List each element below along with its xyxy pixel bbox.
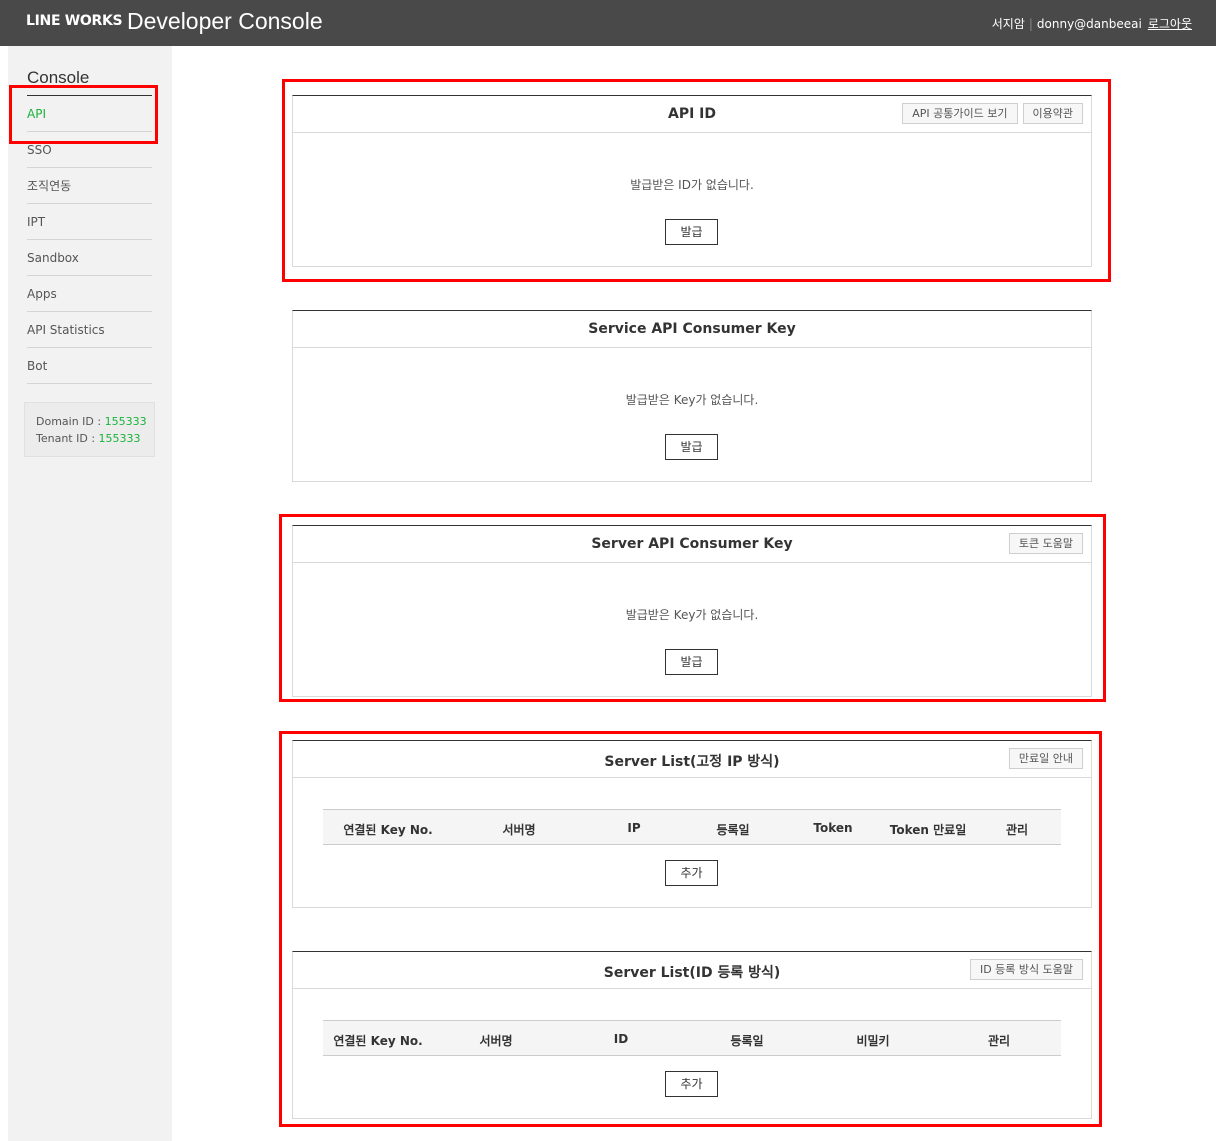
- column-header: 등록일: [730, 1034, 764, 1048]
- tenant-id-row: Tenant ID : 155333: [36, 430, 154, 447]
- server-key-panel: Server API Consumer Key 토큰 도움말 발급받은 Key가…: [292, 525, 1092, 697]
- add-button[interactable]: 추가: [665, 1071, 718, 1097]
- issue-button[interactable]: 발급: [665, 649, 718, 675]
- issue-button[interactable]: 발급: [665, 434, 718, 460]
- brand-logo[interactable]: LINE WORKS: [26, 13, 123, 29]
- server-table-header: 연결된 Key No. 서버명 IP 등록일 Token Token 만료일 관…: [323, 809, 1061, 845]
- user-email: donny@danbeeai: [1036, 17, 1142, 31]
- sidebar-item-api-statistics[interactable]: API Statistics: [27, 312, 152, 348]
- column-header: 관리: [1005, 823, 1029, 837]
- server-list-id-panel: Server List(ID 등록 방식) ID 등록 방식 도움말 연결된 K…: [292, 951, 1092, 1119]
- panel-header: API ID API 공통가이드 보기 이용약관: [293, 96, 1091, 133]
- terms-button[interactable]: 이용약관: [1022, 103, 1083, 124]
- sidebar-item-apps[interactable]: Apps: [27, 276, 152, 312]
- column-header: 서버명: [502, 823, 536, 837]
- header-buttons: 토큰 도움말: [1008, 533, 1083, 554]
- expiry-info-button[interactable]: 만료일 안내: [1008, 748, 1083, 769]
- service-key-panel: Service API Consumer Key 발급받은 Key가 없습니다.…: [292, 310, 1092, 482]
- empty-message: 발급받은 Key가 없습니다.: [625, 608, 759, 622]
- column-header: 연결된 Key No.: [343, 823, 433, 837]
- domain-id-value: 155333: [104, 415, 147, 428]
- sidebar-item-bot[interactable]: Bot: [27, 348, 152, 384]
- separator: |: [1028, 17, 1033, 31]
- sidebar-item-ipt[interactable]: IPT: [27, 204, 152, 240]
- sidebar-title: Console: [27, 68, 90, 87]
- header-buttons: API 공통가이드 보기 이용약관: [902, 103, 1083, 124]
- column-header: IP: [627, 821, 641, 835]
- header-buttons: ID 등록 방식 도움말: [969, 959, 1083, 980]
- sidebar-item-sandbox[interactable]: Sandbox: [27, 240, 152, 276]
- user-name: 서지암: [991, 17, 1025, 31]
- tenant-id-value: 155333: [98, 432, 141, 445]
- app-title: Developer Console: [127, 8, 323, 34]
- panel-header: Server API Consumer Key 토큰 도움말: [293, 526, 1091, 563]
- panel-header: Server List(ID 등록 방식) ID 등록 방식 도움말: [293, 952, 1091, 989]
- server-list-ip-panel: Server List(고정 IP 방식) 만료일 안내 연결된 Key No.…: [292, 740, 1092, 908]
- sidebar-item-api[interactable]: API: [27, 96, 152, 132]
- column-header: Token 만료일: [889, 823, 967, 837]
- domain-info-box: Domain ID : 155333 Tenant ID : 155333: [24, 402, 155, 457]
- empty-message: 발급받은 Key가 없습니다.: [625, 393, 759, 407]
- column-header: 등록일: [716, 823, 750, 837]
- panel-header: Service API Consumer Key: [293, 311, 1091, 348]
- id-registration-help-button[interactable]: ID 등록 방식 도움말: [969, 959, 1083, 980]
- panel-title: Service API Consumer Key: [588, 321, 796, 337]
- domain-id-row: Domain ID : 155333: [36, 413, 154, 430]
- token-help-button[interactable]: 토큰 도움말: [1008, 533, 1083, 554]
- empty-message: 발급받은 ID가 없습니다.: [630, 178, 754, 192]
- top-bar: LINE WORKS Developer Console 서지암 | donny@d…: [0, 0, 1216, 46]
- sidebar: Console API SSO 조직연동 IPT Sandbox Apps AP…: [8, 46, 172, 1141]
- panel-header: Server List(고정 IP 방식) 만료일 안내: [293, 741, 1091, 778]
- api-guide-button[interactable]: API 공통가이드 보기: [902, 103, 1018, 124]
- column-header: 관리: [987, 1034, 1011, 1048]
- column-header: 연결된 Key No.: [333, 1034, 423, 1048]
- sidebar-item-org-sync[interactable]: 조직연동: [27, 168, 152, 204]
- user-info: 서지암 | donny@danbeeai 로그아웃: [992, 15, 1192, 32]
- sidebar-item-sso[interactable]: SSO: [27, 132, 152, 168]
- panel-title: Server API Consumer Key: [591, 536, 793, 552]
- domain-id-label: Domain ID :: [36, 415, 105, 428]
- add-button[interactable]: 추가: [665, 860, 718, 886]
- server-table-header: 연결된 Key No. 서버명 ID 등록일 비밀키 관리: [323, 1020, 1061, 1056]
- tenant-id-label: Tenant ID :: [36, 432, 99, 445]
- column-header: ID: [613, 1032, 629, 1046]
- api-id-panel: API ID API 공통가이드 보기 이용약관 발급받은 ID가 없습니다. …: [292, 95, 1092, 267]
- panel-title: Server List(고정 IP 방식): [604, 754, 780, 770]
- header-buttons: 만료일 안내: [1008, 748, 1083, 769]
- column-header: 비밀키: [856, 1034, 890, 1048]
- column-header: 서버명: [479, 1034, 513, 1048]
- logout-link[interactable]: 로그아웃: [1148, 17, 1192, 31]
- column-header: Token: [813, 821, 853, 835]
- issue-button[interactable]: 발급: [665, 219, 718, 245]
